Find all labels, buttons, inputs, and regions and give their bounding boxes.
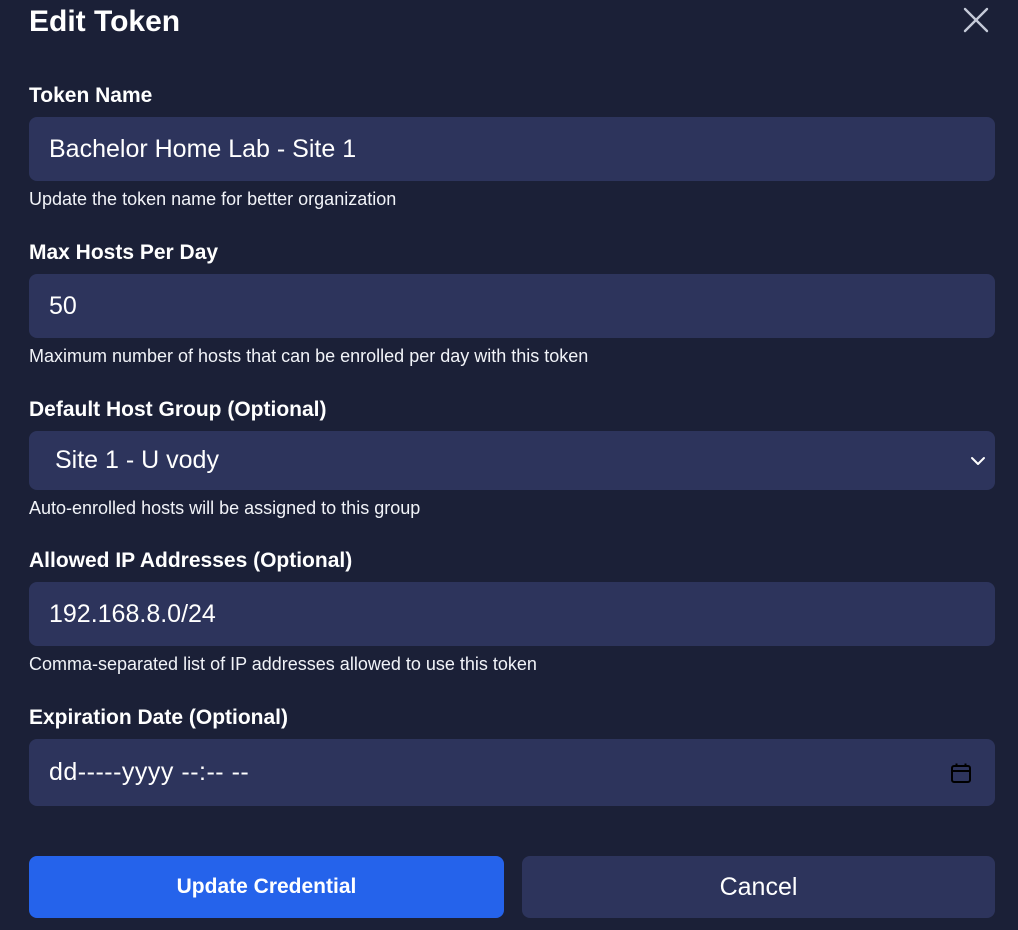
update-credential-button[interactable]: Update Credential (29, 856, 504, 918)
host-group-label: Default Host Group (Optional) (29, 398, 327, 421)
expiration-label: Expiration Date (Optional) (29, 706, 289, 729)
expiration-date-input[interactable]: dd-----yyyy --:-- -- (29, 739, 995, 806)
dialog-title: Edit Token (29, 5, 181, 38)
host-group-help: Auto-enrolled hosts will be assigned to … (29, 498, 421, 518)
max-hosts-value: 50 (49, 291, 77, 320)
close-button[interactable] (960, 6, 992, 38)
allowed-ips-label: Allowed IP Addresses (Optional) (29, 549, 353, 572)
max-hosts-label: Max Hosts Per Day (29, 241, 219, 264)
max-hosts-input[interactable]: 50 (29, 274, 995, 338)
token-name-label: Token Name (29, 84, 153, 107)
max-hosts-help: Maximum number of hosts that can be enro… (29, 346, 589, 366)
host-group-selected: Site 1 - U vody (55, 446, 219, 474)
allowed-ips-input[interactable]: 192.168.8.0/24 (29, 582, 995, 646)
host-group-select[interactable]: Site 1 - U vody (29, 431, 995, 490)
token-name-help: Update the token name for better organiz… (29, 189, 397, 209)
token-name-input[interactable]: Bachelor Home Lab - Site 1 (29, 117, 995, 181)
expiration-date-value: dd-----yyyy --:-- -- (49, 758, 250, 786)
cancel-button[interactable]: Cancel (522, 856, 995, 918)
chevron-down-icon (969, 452, 987, 470)
allowed-ips-value: 192.168.8.0/24 (49, 599, 216, 628)
calendar-icon[interactable] (949, 761, 973, 785)
token-name-value: Bachelor Home Lab - Site 1 (49, 134, 357, 163)
close-icon (963, 7, 989, 38)
allowed-ips-help: Comma-separated list of IP addresses all… (29, 654, 537, 674)
